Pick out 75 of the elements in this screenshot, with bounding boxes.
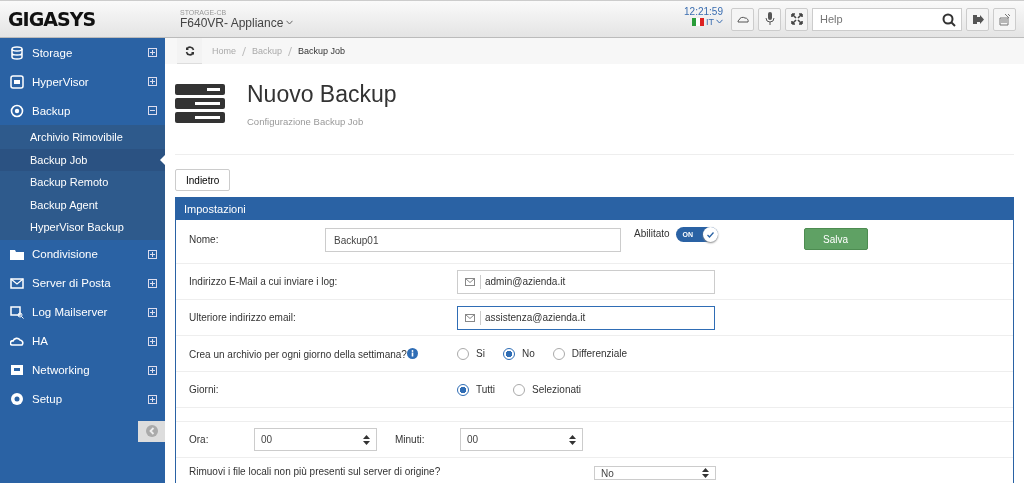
sidebar-item[interactable]: Condivisione	[0, 239, 165, 269]
microphone-button[interactable]	[758, 7, 781, 31]
notes-icon	[998, 12, 1011, 26]
minute-select[interactable]: 00	[460, 428, 583, 451]
hour-select[interactable]: 00	[254, 428, 377, 451]
sidebar-item[interactable]: Setup	[0, 384, 165, 414]
radio-option[interactable]: Selezionati	[513, 383, 581, 396]
radio-option[interactable]: Tutti	[457, 383, 496, 396]
monitor-icon	[10, 74, 24, 89]
sidebar-item[interactable]: HyperVisor	[0, 67, 165, 96]
checkmark-icon	[706, 231, 714, 238]
sidebar-item[interactable]: Server di Posta	[0, 268, 165, 298]
submenu-item[interactable]: Backup Job	[0, 148, 165, 171]
search-icon	[942, 12, 956, 27]
up-down-arrows-icon	[569, 434, 576, 445]
submenu-item[interactable]: Backup Remoto	[0, 171, 165, 194]
breadcrumb-separator	[242, 46, 246, 56]
fullscreen-icon	[790, 13, 803, 25]
flag-icon	[692, 17, 704, 26]
field-label: Rimuovi i file locali non più presenti sul server di origine?	[189, 466, 442, 477]
logout-icon	[971, 13, 984, 25]
breadcrumb-separator	[288, 46, 293, 56]
enabled-label: Abilitato	[634, 228, 670, 239]
refresh-icon	[184, 45, 195, 56]
field-label: Minuti:	[395, 434, 426, 445]
sidebar-item[interactable]: Log Mailserver	[0, 297, 165, 327]
dropdown-select[interactable]: No	[594, 466, 716, 480]
log-icon	[10, 305, 24, 319]
up-down-arrows-icon	[702, 468, 709, 478]
microphone-icon	[764, 12, 775, 26]
radio-option[interactable]: Si	[457, 347, 485, 360]
language-dropdown[interactable]: IT	[692, 16, 723, 27]
logo: GIGASYS	[7, 8, 97, 30]
email-field[interactable]: admin@azienda.it	[457, 269, 715, 294]
clock: 12:21:59	[684, 5, 723, 17]
field-label: Nome:	[189, 234, 220, 245]
field-label: Ora:	[189, 434, 210, 445]
envelope-icon	[465, 313, 475, 322]
info-icon	[406, 347, 418, 359]
sidebar-item[interactable]: Networking	[0, 355, 165, 385]
page-title: Nuovo Backup	[247, 81, 397, 108]
field-label: Indirizzo E-Mail a cui inviare i log:	[189, 276, 339, 287]
sidebar-item[interactable]: Storage	[0, 38, 165, 67]
sidebar-item[interactable]: Backup	[0, 96, 165, 125]
folder-icon	[10, 247, 24, 261]
refresh-button[interactable]	[177, 38, 202, 64]
radio-option[interactable]: No	[502, 347, 535, 360]
name-field[interactable]: Backup01	[325, 228, 621, 252]
device-dropdown[interactable]: F640VR- Appliance	[180, 15, 294, 30]
chevron-down-icon	[286, 20, 294, 25]
arrow-left-icon	[145, 425, 158, 437]
submenu-item[interactable]: Archivio Rimovibile	[0, 126, 165, 149]
field-label: Ulteriore indirizzo email:	[189, 312, 297, 323]
up-down-arrows-icon	[363, 434, 370, 445]
page-subtitle: Configurazione Backup Job	[247, 116, 365, 127]
field-label: Crea un archivio per ogni giorno della settimana?	[189, 347, 457, 360]
fullscreen-button[interactable]	[785, 7, 808, 31]
chevron-down-icon	[716, 19, 723, 24]
field-label: Giorni:	[189, 384, 220, 395]
mail-icon	[10, 276, 24, 290]
envelope-icon	[465, 277, 475, 286]
help-search-field[interactable]: Help	[812, 7, 962, 31]
sidebar-item[interactable]: HA	[0, 326, 165, 356]
submenu-item[interactable]: Backup Agent	[0, 193, 165, 216]
breadcrumb-current: Backup Job	[298, 46, 346, 56]
radio-option[interactable]: Differenziale	[552, 347, 628, 360]
collapse-sidebar-button[interactable]	[138, 420, 165, 442]
email-field[interactable]: assistenza@azienda.it	[457, 305, 715, 330]
logout-button[interactable]	[966, 7, 989, 31]
cloud-icon	[735, 14, 750, 24]
back-button[interactable]: Indietro	[175, 169, 231, 191]
database-icon	[10, 45, 24, 60]
panel-title: Impostazioni	[184, 203, 246, 215]
server-icon	[175, 84, 225, 124]
submenu-item[interactable]: HyperVisor Backup	[0, 216, 165, 239]
